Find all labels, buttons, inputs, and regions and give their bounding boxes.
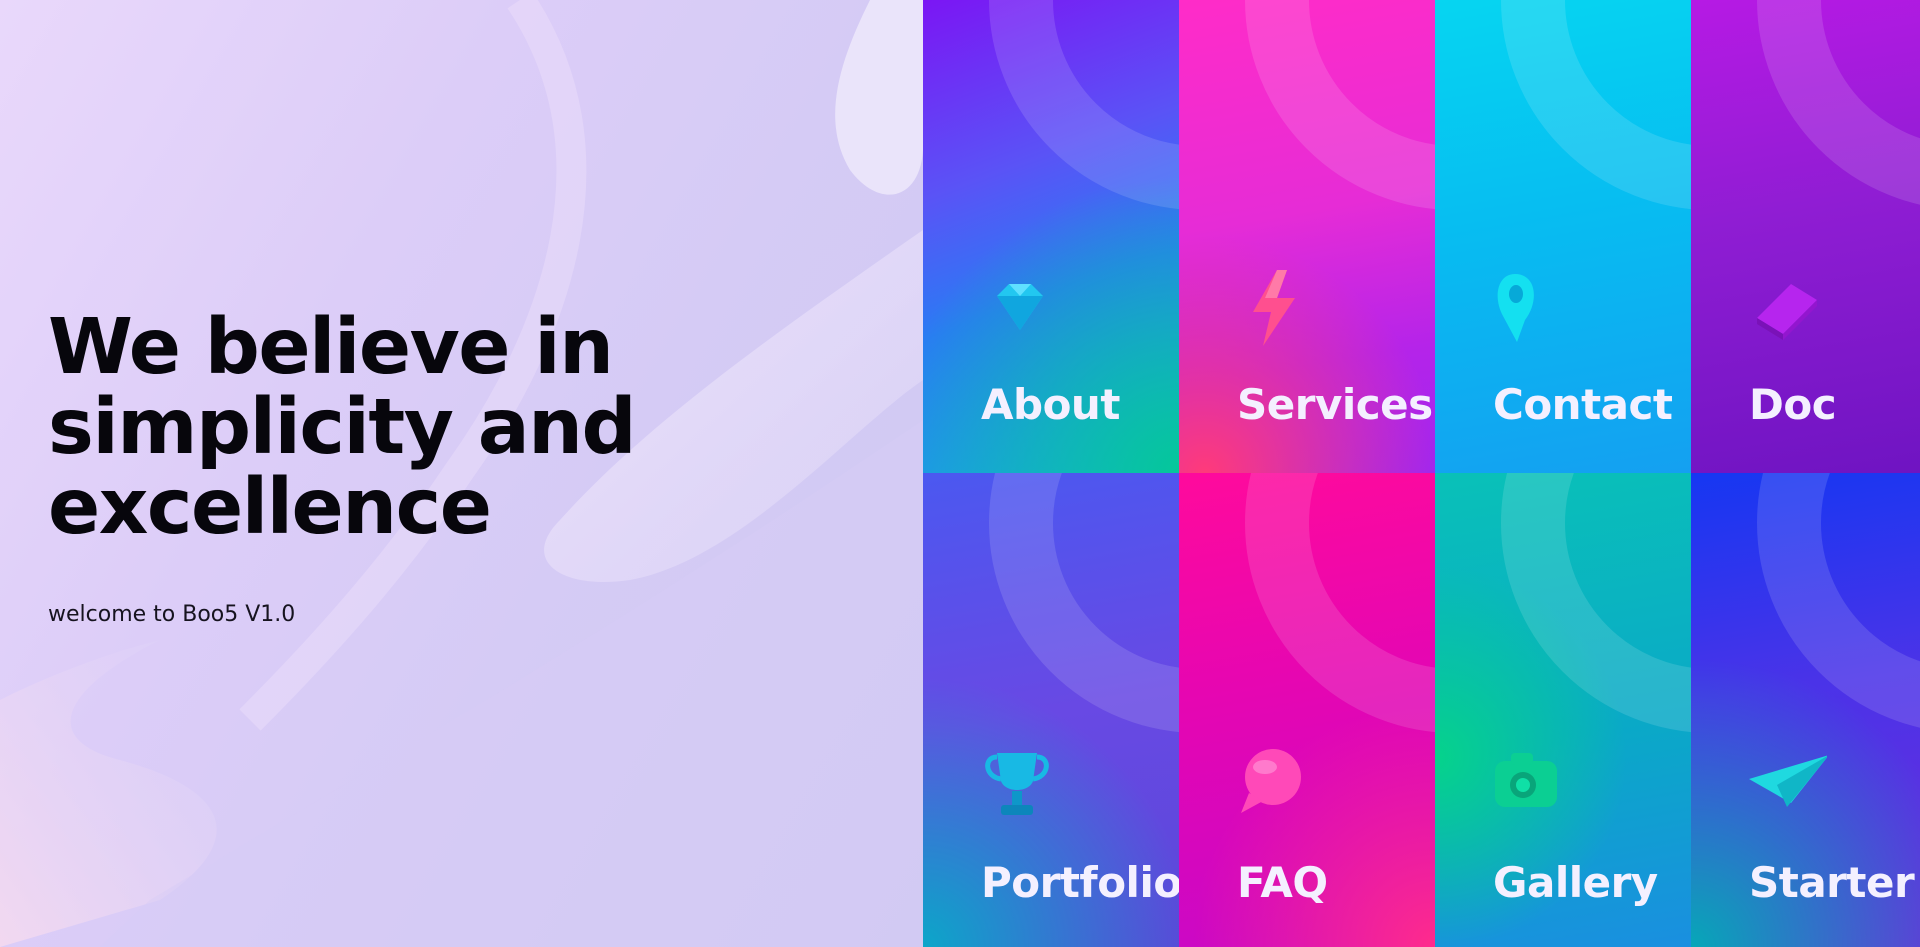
- decorative-ring: [989, 473, 1179, 733]
- tile-gallery[interactable]: Gallery: [1435, 473, 1691, 947]
- chat-bubble-icon: [1241, 749, 1301, 813]
- tile-services[interactable]: Services: [1179, 0, 1435, 473]
- tile-about[interactable]: About: [923, 0, 1179, 473]
- book-icon: [1757, 284, 1817, 340]
- decorative-ring: [1501, 0, 1691, 210]
- decorative-ring: [1757, 0, 1920, 210]
- map-pin-icon: [1497, 274, 1534, 342]
- decorative-ring: [1501, 473, 1691, 733]
- navigation-tiles-grid: About Services Contact Doc Portfolio FAQ…: [923, 0, 1920, 947]
- hero-section: We believe in simplicity and excellence …: [0, 0, 923, 947]
- tile-gallery-label: Gallery: [1493, 858, 1658, 907]
- tile-doc-label: Doc: [1749, 380, 1837, 429]
- trophy-icon: [985, 753, 1049, 815]
- tile-contact[interactable]: Contact: [1435, 0, 1691, 473]
- tile-faq-label: FAQ: [1237, 858, 1328, 907]
- tile-about-label: About: [981, 380, 1120, 429]
- decorative-ring: [989, 0, 1179, 210]
- paper-plane-icon: [1749, 755, 1827, 807]
- decorative-ring: [1757, 473, 1920, 733]
- tile-doc[interactable]: Doc: [1691, 0, 1920, 473]
- hero-title: We believe in simplicity and excellence: [48, 303, 637, 552]
- tile-services-label: Services: [1237, 380, 1433, 429]
- camera-icon: [1495, 753, 1557, 807]
- lightning-icon: [1253, 270, 1295, 346]
- tile-starter-label: Starter: [1749, 858, 1915, 907]
- diamond-icon: [997, 284, 1043, 330]
- tile-faq[interactable]: FAQ: [1179, 473, 1435, 947]
- tile-portfolio-label: Portfolio: [981, 858, 1179, 907]
- tile-portfolio[interactable]: Portfolio: [923, 473, 1179, 947]
- decorative-ring: [1245, 473, 1435, 733]
- tile-contact-label: Contact: [1493, 380, 1673, 429]
- decorative-ring: [1245, 0, 1435, 210]
- hero-subtitle: welcome to Boo5 V1.0: [48, 602, 296, 627]
- tile-starter[interactable]: Starter: [1691, 473, 1920, 947]
